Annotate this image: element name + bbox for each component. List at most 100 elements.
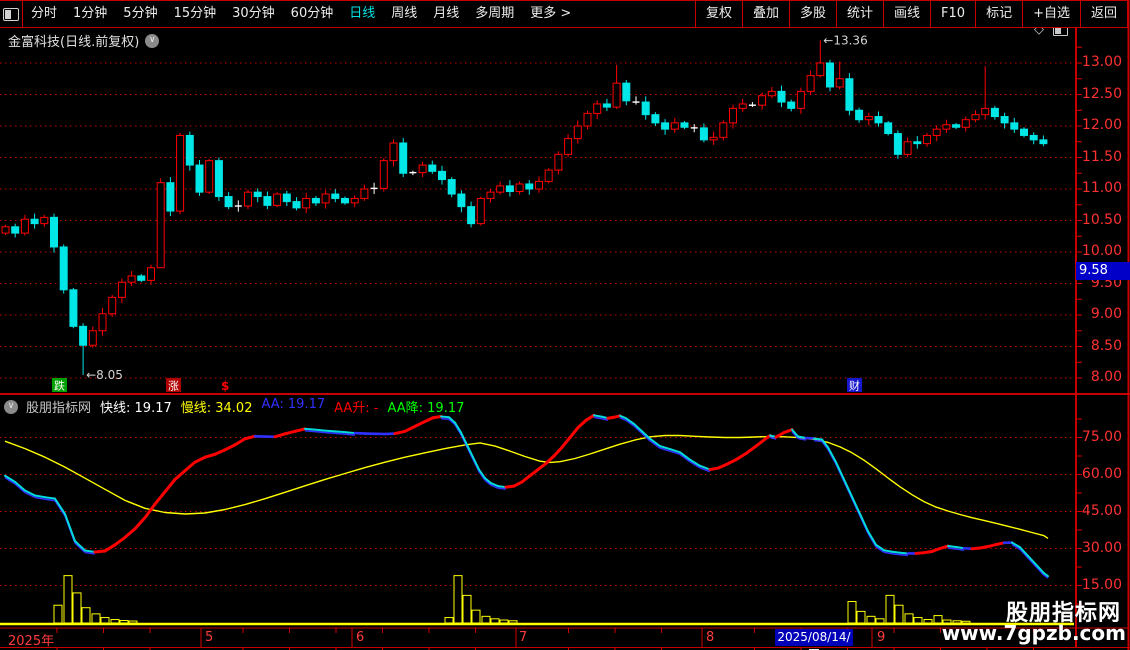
fast-line [243,434,257,441]
period-tab[interactable]: 日线 [341,1,383,27]
fast-line [163,477,177,494]
chevron-down-icon[interactable]: ∨ [145,33,160,48]
chart-canvas[interactable]: ←13.36 ←8.05 跌 涨 $ 财 [0,0,1130,650]
candle-body [117,281,126,298]
fast-line [393,429,407,436]
fast-line-aa [440,417,450,421]
fast-line [153,490,167,506]
fast-line [754,438,766,448]
indicator-bar [471,609,481,624]
candle-body [554,153,563,171]
candle-body [806,75,815,92]
candle-body [127,275,136,283]
price-annotation: ←8.05 [86,368,123,382]
candle-body [214,160,223,198]
tool-button[interactable]: +自选 [1022,1,1080,27]
fast-line [334,430,346,434]
fast-line-aa [334,432,346,435]
fast-line [827,446,837,464]
candle-body [321,193,330,204]
indicator-chevron-icon[interactable]: ∨ [4,399,18,414]
candle-body [845,78,854,111]
period-tab[interactable]: 1分钟 [65,1,115,27]
indicator-axis-label: 45.00 [1081,502,1122,519]
candle-body [1,226,10,234]
indicator-legend: 股朋指标网 快线: 19.17 慢线: 34.02 AA: 19.17 AA升: - AA… [26,397,464,416]
candle-body [738,103,747,109]
candle-body [428,164,437,172]
candle-body [292,201,301,209]
watermark-url: www.7gpzb.com [941,621,1126,645]
price-axis-label: 11.50 [1081,148,1122,165]
tool-button[interactable]: 复权 [694,1,742,27]
indicator-bar [856,610,866,624]
candle-body [670,122,679,130]
period-tab[interactable]: 60分钟 [283,1,342,27]
indicator-bar [72,592,82,624]
indicator-bar [913,617,923,624]
candle-body [855,109,864,121]
page-title: 金富科技(日线.前复权) [8,35,140,50]
fast-line [193,455,207,464]
fast-line [744,444,758,456]
period-tab[interactable]: 多周期 [467,1,522,27]
candle-body [835,78,844,88]
period-tab[interactable]: 5分钟 [115,1,165,27]
indicator-bar [81,607,91,624]
period-tab[interactable]: 月线 [425,1,467,27]
candle-body [311,197,320,204]
candle-body [709,136,718,141]
period-tab[interactable]: 分时 [23,1,65,27]
candle-body [593,103,602,114]
candle-body [544,169,553,182]
fast-line [431,415,443,420]
tool-button[interactable]: 多股 [788,1,836,27]
fast-line [123,527,137,539]
candle-body [108,296,117,315]
fast-line [552,445,564,458]
candle-body [399,142,408,174]
candle-body [651,114,660,124]
fast-line [324,429,336,433]
tool-button[interactable]: 返回 [1079,1,1128,27]
app-window: ←13.36 ←8.05 跌 涨 $ 财 分时 1分钟 5分钟 15分钟 30分钟 60分钟 日线 周线… [0,0,1130,650]
fast-line-aa [813,439,823,443]
fast-line-aa [891,552,901,556]
candle-body [224,196,233,208]
fast-line [84,549,96,553]
candle-body [990,107,999,118]
indicator-bar [63,575,73,624]
candle-body [195,164,204,193]
period-menu: 分时 1分钟 5分钟 15分钟 30分钟 60分钟 日线 周线 月线 多周期 更多 > [23,1,579,27]
candle-body [961,119,970,128]
candle-body [622,82,631,102]
tool-button[interactable]: 画线 [883,1,930,27]
indicator-bar [923,619,933,624]
tool-button[interactable]: 叠加 [741,1,789,27]
fast-line [460,431,468,446]
candle-body [826,62,834,88]
indicator-bar [119,620,129,624]
candle-body [244,191,252,207]
candle-body [69,289,78,327]
fast-line [576,418,588,430]
candle-body [331,193,340,199]
period-tab[interactable]: 30分钟 [224,1,283,27]
fast-line [593,414,603,418]
tool-button[interactable]: 标记 [975,1,1022,27]
period-tab[interactable]: 更多 > [522,1,579,27]
period-tab[interactable]: 周线 [383,1,425,27]
fast-line [843,478,853,498]
fast-line [293,427,307,433]
candle-body [505,185,514,193]
indicator-bar [499,619,509,624]
tool-button[interactable]: 统计 [836,1,883,27]
tool-button[interactable]: F10 [930,1,975,27]
fast-line [568,426,580,439]
candle-body [719,122,728,138]
period-tab[interactable]: 15分钟 [166,1,225,27]
candle-body [573,125,582,140]
fast-line [93,549,107,554]
layout-toggle[interactable] [0,1,23,27]
candle-body [30,218,39,225]
